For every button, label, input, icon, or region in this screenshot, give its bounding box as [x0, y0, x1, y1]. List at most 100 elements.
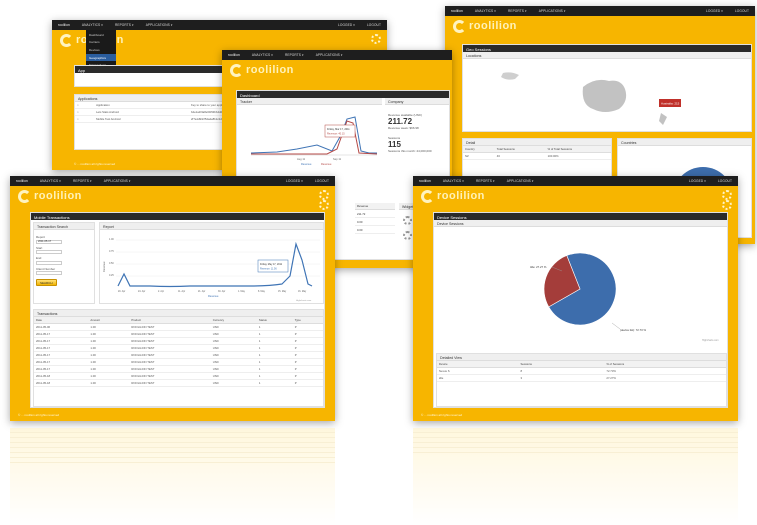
- nav-logout[interactable]: LOGOUT: [718, 179, 732, 183]
- nav-login[interactable]: LOGGED ▾: [286, 179, 303, 183]
- cell: 1.00: [88, 344, 130, 352]
- map-land-australia: [582, 79, 627, 112]
- nav-analytics[interactable]: ANALYTICS ▾: [443, 179, 464, 183]
- radio-icon[interactable]: ○: [75, 115, 95, 123]
- tracker-chart[interactable]: Friday, Mar 17, 2011 Revenue: 40.15 Aug …: [237, 105, 382, 167]
- table-row[interactable]: 2011-05-06 1.00 ROOLILION TEST USD 1 P: [34, 323, 323, 331]
- nav-analytics[interactable]: ANALYTICS ▾: [40, 179, 61, 183]
- nav-applications[interactable]: APPLICATIONS ▾: [539, 9, 566, 13]
- table-row[interactable]: 2011-05-17 1.00 ROOLILION TEST USD 1 P: [34, 330, 323, 338]
- revenue-cell: 0.00: [355, 218, 395, 226]
- radio-icon[interactable]: ○: [75, 108, 95, 116]
- search-button[interactable]: SEARCH: [36, 279, 57, 286]
- nav-reports[interactable]: REPORTS ▾: [73, 179, 92, 183]
- cell: 8: [518, 367, 605, 375]
- gear-icon[interactable]: [722, 200, 732, 210]
- report-y-label: 0.75: [109, 250, 114, 253]
- map-land-indonesia: [501, 72, 519, 80]
- device-pie-chart[interactable]: Idle: 27.27 % (device list): 72.73 % Hig…: [434, 227, 727, 345]
- nav-applications[interactable]: APPLICATIONS ▾: [507, 179, 534, 183]
- nav-reports[interactable]: REPORTS ▾: [285, 53, 304, 57]
- gear-icon[interactable]: [319, 190, 329, 200]
- sessions-sub: Sessions this month: 24,000,000: [388, 149, 432, 153]
- cell: 1.00: [88, 323, 130, 331]
- nav-reports[interactable]: REPORTS ▾: [115, 23, 134, 27]
- nav-brand[interactable]: roolilion: [451, 9, 463, 13]
- nav-brand[interactable]: roolilion: [58, 23, 70, 27]
- device-page-title: Device Sessions: [434, 213, 727, 220]
- top-nav: roolilion ANALYTICS ▾ REPORTS ▾ APPLICAT…: [222, 50, 452, 60]
- nav-applications[interactable]: APPLICATIONS ▾: [316, 53, 343, 57]
- cell: 2011-05-17: [34, 330, 89, 338]
- menu-item-devices[interactable]: Devices: [86, 46, 116, 54]
- cell: idle: [437, 374, 519, 382]
- tracker-tooltip-date: Friday, Mar 17, 2011: [327, 128, 350, 131]
- cell: 1: [256, 351, 293, 359]
- cell: P: [292, 372, 323, 380]
- reflection-left: [10, 428, 335, 525]
- cell: ROOLILION TEST: [129, 358, 211, 366]
- table-row[interactable]: NZ 46 100.00%: [463, 152, 611, 160]
- table-row[interactable]: 2011-05-18 1.00 ROOLILION TEST USD 1 P: [34, 372, 323, 380]
- nav-login[interactable]: LOGGED ▾: [338, 23, 355, 27]
- gear-icon[interactable]: [319, 200, 329, 210]
- widget-icon[interactable]: [403, 231, 412, 240]
- menu-item-dashboard[interactable]: Dashboard: [86, 31, 116, 39]
- report-x-label: 20. Apr: [118, 290, 126, 293]
- client-field[interactable]: [36, 271, 62, 275]
- table-row[interactable]: 2011-05-17 1.00 ROOLILION TEST USD 1 P: [34, 358, 323, 366]
- world-map[interactable]: Australia: 215: [463, 59, 751, 131]
- menu-item-carriers[interactable]: Carriers: [86, 39, 116, 47]
- revenue-col[interactable]: Revenue: [355, 203, 395, 210]
- nav-logout[interactable]: LOGOUT: [315, 179, 329, 183]
- table-row[interactable]: 2011-05-18 1.00 ROOLILION TEST USD 1 P: [34, 379, 323, 387]
- report-x-label: 2. Apr: [158, 290, 164, 293]
- menu-item-geographics[interactable]: Geographics: [86, 53, 116, 62]
- logo-mark-icon: [18, 189, 31, 203]
- report-y-label: 0.50: [109, 262, 114, 265]
- nav-reports[interactable]: REPORTS ▾: [508, 9, 527, 13]
- nav-logout[interactable]: LOGOUT: [367, 23, 381, 27]
- report-tooltip-value: Revenue: 11.56: [260, 268, 277, 271]
- client-label: Client Number: [36, 266, 56, 271]
- top-nav: roolilion ANALYTICS ▾ REPORTS ▾ APPLICAT…: [413, 176, 738, 186]
- start-field[interactable]: [36, 250, 62, 254]
- table-row[interactable]: 2011-05-17 1.00 ROOLILION TEST USD 1 P: [34, 337, 323, 345]
- nav-analytics[interactable]: ANALYTICS ▾: [82, 23, 103, 27]
- cell: 1: [256, 330, 293, 338]
- nav-brand[interactable]: roolilion: [419, 179, 431, 183]
- nav-analytics[interactable]: ANALYTICS ▾: [252, 53, 273, 57]
- transactions-panel: Mobile Transactions Transaction Search R…: [30, 212, 325, 408]
- nav-brand[interactable]: roolilion: [16, 179, 28, 183]
- nav-applications[interactable]: APPLICATIONS ▾: [146, 23, 173, 27]
- table-row[interactable]: Nexus S 8 72.73%: [437, 367, 726, 375]
- report-y-label: 1.00: [109, 238, 114, 241]
- table-row[interactable]: 2011-05-17 1.00 ROOLILION TEST USD 1 P: [34, 351, 323, 359]
- report-chart[interactable]: Revenue 1.00 0.75 0.50 0.25 Friday, May …: [100, 230, 324, 302]
- nav-analytics[interactable]: ANALYTICS ▾: [475, 9, 496, 13]
- table-row[interactable]: idle 3 27.27%: [437, 374, 726, 382]
- nav-login[interactable]: LOGGED ▾: [689, 179, 706, 183]
- end-field[interactable]: [36, 260, 62, 265]
- window-mobile-transactions: roolilion ANALYTICS ▾ REPORTS ▾ APPLICAT…: [10, 176, 335, 421]
- detail-panel: Detail Country Total Sessions% of Total S…: [462, 138, 612, 178]
- gear-icon[interactable]: [371, 34, 381, 44]
- cell: 1: [256, 365, 293, 373]
- table-row[interactable]: 2011-05-17 1.00 ROOLILION TEST USD 1 P: [34, 344, 323, 352]
- nav-brand[interactable]: roolilion: [228, 53, 240, 57]
- logo-text: roolilion: [469, 20, 517, 32]
- nav-login[interactable]: LOGGED ▾: [706, 9, 723, 13]
- report-field[interactable]: 2011-05-17: [36, 239, 62, 244]
- device-panel: Device Sessions Device Sessions Idle: 27…: [433, 212, 728, 408]
- cell: 46: [494, 152, 546, 160]
- table-row[interactable]: 2011-05-17 1.00 ROOLILION TEST USD 1 P: [34, 365, 323, 373]
- cell: P: [292, 365, 323, 373]
- cell: 2011-05-17: [34, 358, 89, 366]
- nav-reports[interactable]: REPORTS ▾: [476, 179, 495, 183]
- widget-icon[interactable]: [403, 216, 412, 225]
- cell: USD: [210, 344, 257, 352]
- nav-applications[interactable]: APPLICATIONS ▾: [104, 179, 131, 183]
- cell: Nexus S: [437, 367, 519, 375]
- nav-logout[interactable]: LOGOUT: [735, 9, 749, 13]
- gear-icon[interactable]: [722, 190, 732, 200]
